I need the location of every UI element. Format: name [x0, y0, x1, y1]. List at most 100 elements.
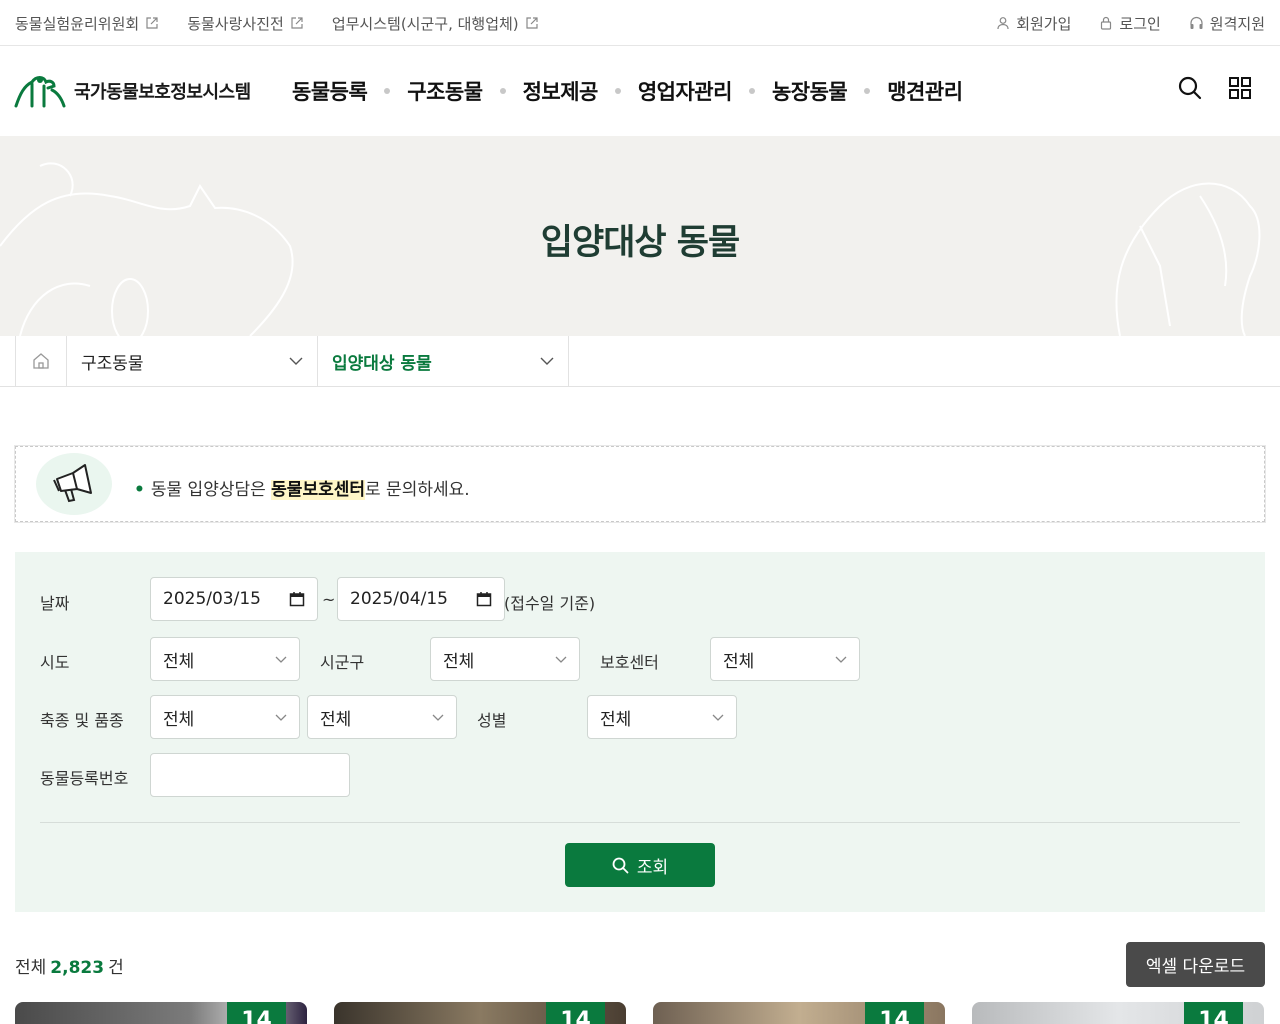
species-label: 축종 및 품종	[40, 711, 124, 730]
total-prefix: 전체	[15, 958, 47, 978]
notice-text-after: 로 문의하세요.	[365, 480, 470, 500]
home-icon	[32, 352, 50, 370]
link-animal-photo-contest[interactable]: 동물사랑사진전	[187, 13, 304, 34]
animal-card[interactable]: 14	[334, 1002, 626, 1024]
date-badge: 14	[546, 1002, 605, 1024]
breadcrumb-select-level1[interactable]: 구조동물	[67, 336, 318, 386]
external-link-icon	[145, 16, 159, 30]
date-to-value: 2025/04/15	[350, 589, 448, 609]
page-banner: 입양대상 동물	[0, 136, 1280, 336]
sido-select[interactable]: 전체	[150, 637, 300, 681]
date-label: 날짜	[40, 594, 70, 613]
total-suffix: 건	[108, 958, 124, 978]
calendar-icon	[476, 591, 492, 607]
login-label: 로그인	[1119, 14, 1161, 33]
animal-card[interactable]: 14	[972, 1002, 1264, 1024]
date-range-separator: ~	[322, 590, 336, 609]
logo-mark-icon	[14, 72, 66, 110]
center-select[interactable]: 전체	[710, 637, 860, 681]
global-nav: 동물등록 구조동물 정보제공 영업자관리 농장동물 맹견관리	[292, 46, 963, 136]
search-button[interactable]: 조회	[565, 843, 715, 887]
nav-information[interactable]: 정보제공	[523, 76, 599, 106]
result-total: 전체 2,823 건	[15, 953, 124, 978]
nav-separator	[384, 88, 391, 94]
sigungu-select[interactable]: 전체	[430, 637, 580, 681]
logo-text: 국가동물보호정보시스템	[74, 82, 251, 103]
search-form: 날짜 2025/03/15 ~ 2025/04/15 (접수일 기준) 시도 전…	[15, 552, 1265, 912]
notice-box: • 동물 입양상담은 동물보호센터로 문의하세요.	[15, 446, 1265, 522]
animal-card[interactable]: 14	[653, 1002, 945, 1024]
nav-separator	[748, 88, 755, 94]
chevron-down-icon	[540, 357, 554, 365]
regno-label: 동물등록번호	[40, 769, 129, 788]
sigungu-label: 시군구	[320, 653, 365, 672]
chevron-down-icon	[712, 714, 724, 721]
notice-text-before: 동물 입양상담은	[150, 480, 272, 500]
remote-support-label: 원격지원	[1209, 14, 1265, 33]
sex-select[interactable]: 전체	[587, 695, 737, 739]
species-select[interactable]: 전체	[150, 695, 300, 739]
chevron-down-icon	[275, 714, 287, 721]
nav-dangerous-dog[interactable]: 맹견관리	[887, 76, 963, 106]
chevron-down-icon	[835, 656, 847, 663]
search-icon	[612, 857, 629, 874]
date-from-value: 2025/03/15	[163, 589, 261, 609]
nav-farm-animals[interactable]: 농장동물	[772, 76, 848, 106]
signup-link[interactable]: 회원가입	[996, 13, 1071, 34]
login-link[interactable]: 로그인	[1099, 13, 1161, 34]
breadcrumb-select-level2[interactable]: 입양대상 동물	[318, 336, 569, 386]
grid-menu-icon[interactable]	[1228, 76, 1252, 100]
regno-input[interactable]	[150, 753, 350, 797]
chevron-down-icon	[275, 656, 287, 663]
sigungu-value: 전체	[443, 651, 475, 672]
external-link-icon	[290, 16, 304, 30]
center-label: 보호센터	[600, 653, 659, 672]
lock-icon	[1099, 16, 1113, 30]
date-from-input[interactable]: 2025/03/15	[150, 577, 318, 621]
date-badge: 14	[865, 1002, 924, 1024]
nav-business-management[interactable]: 영업자관리	[638, 76, 733, 106]
nav-separator	[864, 88, 871, 94]
breadcrumb: 구조동물 입양대상 동물	[0, 336, 1280, 387]
notice-bullet: •	[134, 480, 145, 500]
nav-animal-registration[interactable]: 동물등록	[292, 76, 368, 106]
nav-rescued-animals[interactable]: 구조동물	[407, 76, 483, 106]
sido-label: 시도	[40, 653, 70, 672]
chevron-down-icon	[289, 357, 303, 365]
date-to-input[interactable]: 2025/04/15	[337, 577, 505, 621]
breadcrumb-level2-label: 입양대상 동물	[332, 353, 432, 374]
animal-card[interactable]: 14	[15, 1002, 307, 1024]
form-divider	[40, 822, 1240, 823]
sido-value: 전체	[163, 651, 195, 672]
megaphone-icon	[36, 453, 112, 515]
link-work-system[interactable]: 업무시스템(시군구, 대행업체)	[332, 13, 539, 34]
notice-text: • 동물 입양상담은 동물보호센터로 문의하세요.	[134, 475, 470, 500]
link-label: 업무시스템(시군구, 대행업체)	[331, 14, 519, 33]
remote-support-link[interactable]: 원격지원	[1189, 13, 1265, 34]
nav-separator	[499, 88, 506, 94]
site-logo[interactable]: 국가동물보호정보시스템	[14, 72, 251, 110]
excel-download-button[interactable]: 엑셀 다운로드	[1126, 942, 1265, 987]
sex-label: 성별	[477, 711, 507, 730]
breed-value: 전체	[320, 709, 352, 730]
total-count: 2,823	[50, 958, 105, 978]
date-note: (접수일 기준)	[504, 594, 596, 613]
external-link-icon	[525, 16, 539, 30]
breadcrumb-home[interactable]	[15, 336, 67, 386]
link-label: 동물실험윤리위원회	[15, 14, 140, 33]
user-icon	[996, 16, 1010, 30]
link-label: 동물사랑사진전	[187, 14, 284, 33]
species-value: 전체	[163, 709, 195, 730]
nav-separator	[614, 88, 621, 94]
date-badge: 14	[227, 1002, 286, 1024]
breed-select[interactable]: 전체	[307, 695, 457, 739]
page-title: 입양대상 동물	[540, 223, 740, 263]
link-animal-ethics-committee[interactable]: 동물실험윤리위원회	[15, 13, 159, 34]
signup-label: 회원가입	[1016, 14, 1072, 33]
calendar-icon	[289, 591, 305, 607]
main-header: 국가동물보호정보시스템 동물등록 구조동물 정보제공 영업자관리 농장동물 맹견…	[0, 46, 1280, 136]
breadcrumb-level1-label: 구조동물	[81, 353, 144, 374]
search-icon[interactable]	[1178, 76, 1202, 100]
notice-text-highlight: 동물보호센터	[271, 480, 366, 500]
date-badge: 14	[1184, 1002, 1243, 1024]
